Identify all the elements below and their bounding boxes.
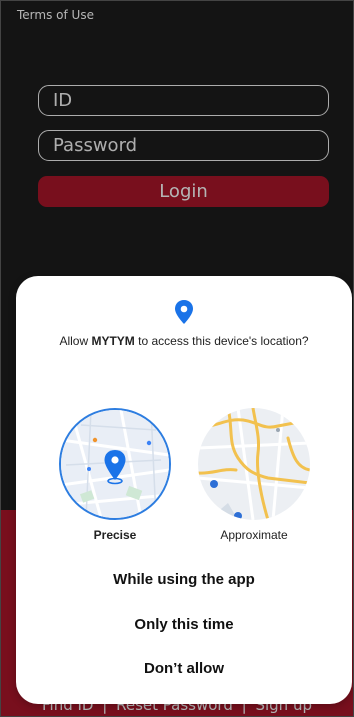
location-pin-icon — [175, 300, 193, 324]
while-using-app-button[interactable]: While using the app — [16, 571, 352, 588]
permission-prompt: Allow MYTYM to access this device's loca… — [42, 334, 326, 349]
app-name: MYTYM — [91, 334, 135, 348]
only-this-time-button[interactable]: Only this time — [16, 616, 352, 633]
prompt-prefix: Allow — [59, 334, 89, 348]
prompt-suffix: to access this device's location? — [138, 334, 309, 348]
approximate-option[interactable] — [198, 408, 310, 520]
precise-option[interactable] — [59, 408, 171, 520]
approximate-map-image — [198, 408, 310, 520]
dont-allow-button[interactable]: Don’t allow — [16, 660, 352, 677]
precise-map-image — [61, 410, 169, 518]
location-permission-dialog: Allow MYTYM to access this device's loca… — [16, 276, 352, 704]
approximate-label[interactable]: Approximate — [198, 528, 310, 542]
precise-label[interactable]: Precise — [59, 528, 171, 542]
